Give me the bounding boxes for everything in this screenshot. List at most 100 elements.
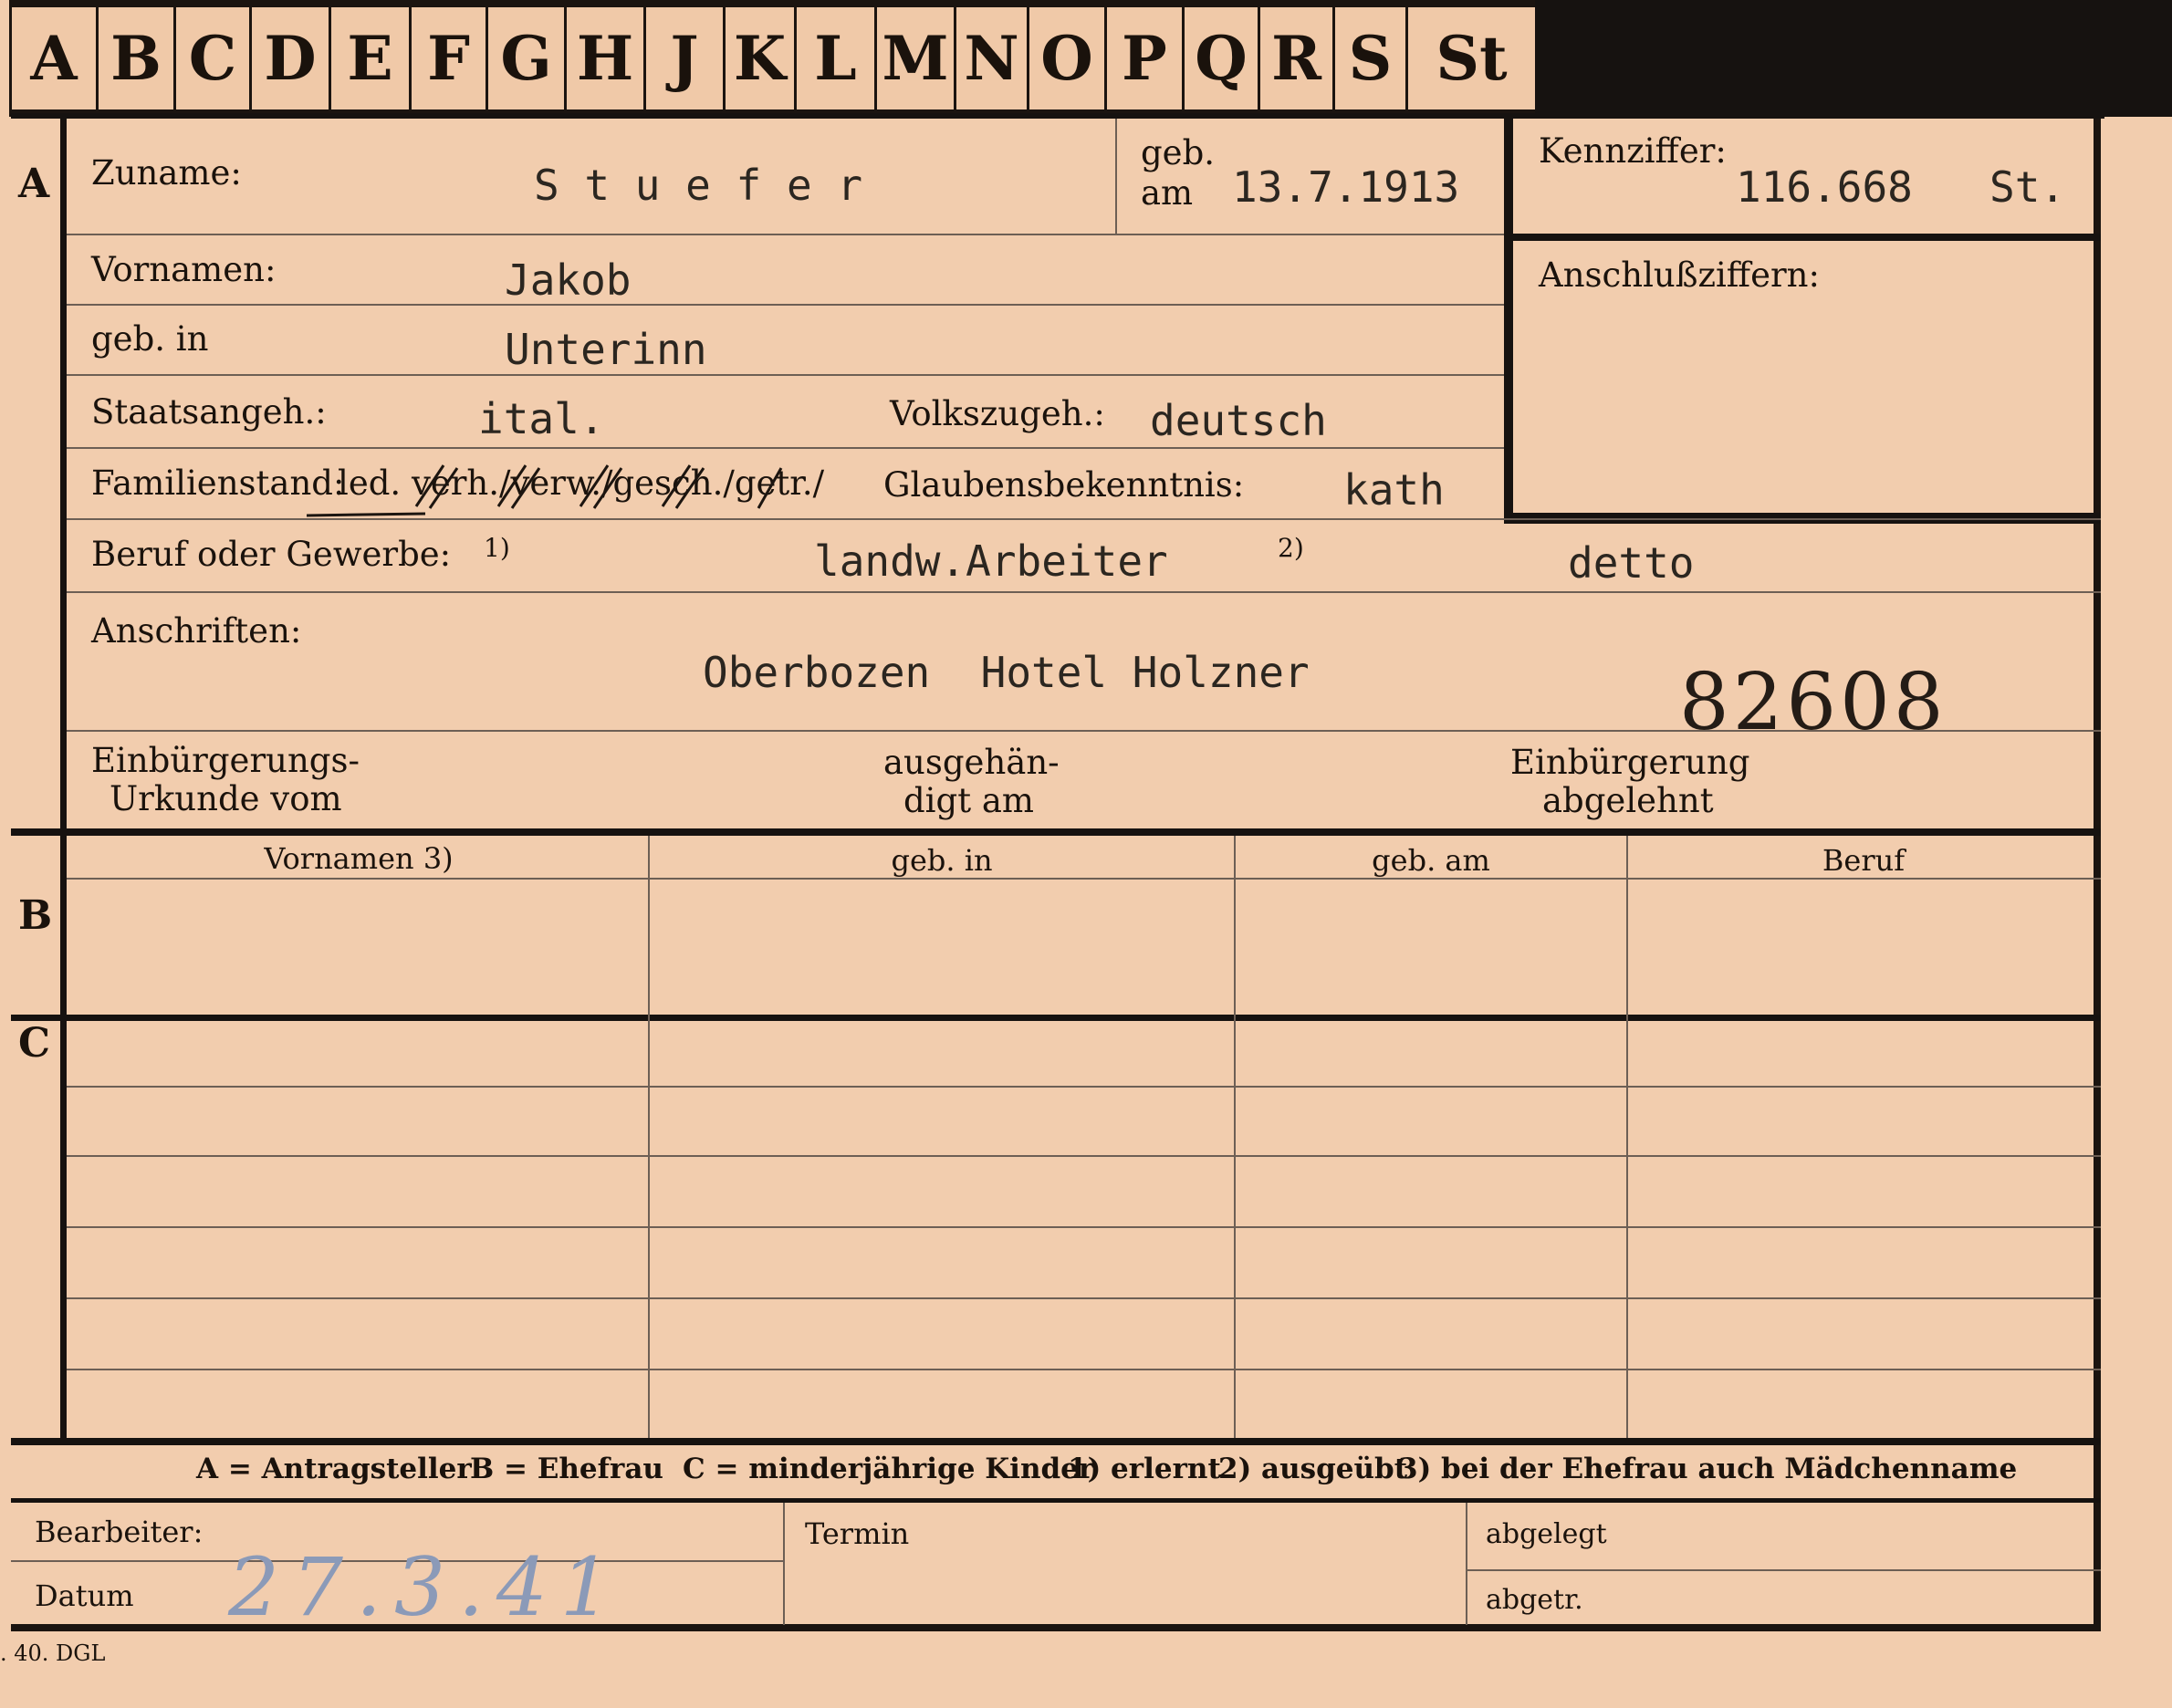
einb-abgelehnt-2: abgelehnt	[1542, 781, 1714, 820]
geb-am-value: 13.7.1913	[1232, 162, 1460, 212]
beruf-value-2: detto	[1568, 538, 1695, 588]
footer-row-rule-right	[1466, 1569, 2101, 1571]
alphabet-tab-strip: A B C D E F G H J K L M N O P Q R S St	[9, 0, 1535, 117]
staatsangeh-label: Staatsangeh.:	[91, 392, 327, 432]
volkszugeh-label: Volkszugeh.:	[890, 394, 1105, 433]
child-row-rule-2	[67, 1155, 2101, 1157]
datum-label: Datum	[35, 1578, 134, 1613]
tab-p[interactable]: P	[1104, 7, 1182, 109]
tab-r[interactable]: R	[1258, 7, 1332, 109]
stamp-number: 82608	[1679, 657, 1947, 748]
familienstand-strikethrough	[307, 464, 783, 517]
beruf-label: Beruf oder Gewerbe:	[91, 535, 452, 574]
th-vornamen: Vornamen 3)	[264, 841, 454, 876]
legend-b: B = Ehefrau	[470, 1453, 663, 1485]
tab-k[interactable]: K	[723, 7, 794, 109]
section-c-label: C	[18, 1020, 51, 1067]
divider-geb-am	[1115, 119, 1117, 234]
kennziffer-box-mid-border	[1504, 234, 2101, 241]
kennziffer-value: 116.668	[1736, 162, 1913, 212]
rule-gebin	[67, 374, 1504, 376]
table-col-1	[648, 836, 650, 1438]
section-c-top-border	[11, 1015, 2101, 1021]
glaubens-value: kath	[1343, 465, 1445, 515]
rule-staat	[67, 447, 1504, 449]
beruf-value-1: landw.Arbeiter	[814, 536, 1168, 586]
tab-q[interactable]: Q	[1182, 7, 1258, 109]
anschriften-value: Oberbozen Hotel Holzner	[703, 648, 1310, 697]
section-column-border	[60, 119, 67, 1438]
tab-c[interactable]: C	[173, 7, 249, 109]
top-right-dark-area	[1535, 0, 2172, 117]
einb-urkunde-2: Urkunde vom	[110, 779, 342, 818]
glaubens-label: Glaubensbekenntnis:	[883, 465, 1245, 505]
legend-note-1: 1) erlernt	[1068, 1453, 1221, 1485]
tab-e[interactable]: E	[329, 7, 409, 109]
table-col-2	[1234, 836, 1236, 1438]
ausgehaendigt-1: ausgehän-	[883, 743, 1060, 782]
th-geb-am: geb. am	[1372, 843, 1490, 878]
section-b-label: B	[18, 892, 53, 939]
child-row-rule-4	[67, 1297, 2101, 1299]
anschriften-label: Anschriften:	[91, 611, 302, 651]
beruf-mark-1: 1)	[484, 533, 510, 563]
geb-label-2: am	[1141, 173, 1194, 213]
footer-col-1	[783, 1503, 785, 1625]
child-row-rule-1	[67, 1086, 2101, 1088]
zuname-value: S t u e f e r	[534, 161, 863, 210]
footer-col-2	[1466, 1503, 1467, 1625]
legend-bottom-border	[11, 1498, 2101, 1503]
print-code: . 40. DGL	[0, 1640, 106, 1666]
vornamen-value: Jakob	[505, 255, 632, 305]
legend-c: C = minderjährige Kinder	[683, 1453, 1094, 1485]
vornamen-label: Vornamen:	[91, 250, 277, 289]
tab-b[interactable]: B	[96, 7, 173, 109]
section-b-top-border	[11, 828, 2101, 836]
table-col-3	[1626, 836, 1628, 1438]
legend-a: A = Antragsteller	[196, 1453, 472, 1485]
anschluss-label: Anschlußziffern:	[1539, 255, 1820, 295]
section-a-label: A	[18, 161, 50, 207]
tab-m[interactable]: M	[874, 7, 954, 109]
tab-o[interactable]: O	[1027, 7, 1104, 109]
child-row-rule-3	[67, 1226, 2101, 1228]
tab-h[interactable]: H	[564, 7, 643, 109]
termin-label: Termin	[805, 1516, 910, 1551]
legend-note-3: 3) bei der Ehefrau auch Mädchenname	[1398, 1453, 2018, 1485]
tab-j[interactable]: J	[643, 7, 723, 109]
tab-l[interactable]: L	[794, 7, 874, 109]
legend-note-2: 2) ausgeübt	[1218, 1453, 1408, 1485]
card-top-border	[11, 113, 2104, 119]
staatsangeh-value: ital.	[478, 394, 605, 443]
right-edge-paper	[2106, 117, 2172, 1708]
tab-a[interactable]: A	[9, 7, 96, 109]
rule-zuname	[67, 234, 1504, 235]
datum-handwritten-value: 27.3.41	[228, 1540, 624, 1634]
geb-label-1: geb.	[1141, 133, 1216, 172]
abgetr-label: abgetr.	[1486, 1584, 1583, 1616]
kennziffer-box-left-border	[1504, 119, 1513, 522]
tab-f[interactable]: F	[409, 7, 486, 109]
bearbeiter-label: Bearbeiter:	[35, 1515, 204, 1549]
ausgehaendigt-2: digt am	[903, 781, 1034, 820]
kennziffer-suffix: St.	[1989, 162, 2066, 212]
geb-in-value: Unterinn	[505, 325, 707, 374]
tab-s[interactable]: S	[1332, 7, 1405, 109]
th-beruf: Beruf	[1822, 843, 1906, 878]
tab-d[interactable]: D	[249, 7, 329, 109]
tab-n[interactable]: N	[954, 7, 1027, 109]
abgelegt-label: abgelegt	[1486, 1518, 1607, 1550]
rule-vornamen	[67, 304, 1504, 306]
beruf-mark-2: 2)	[1278, 533, 1304, 563]
th-geb-in: geb. in	[891, 843, 993, 878]
rule-beruf	[67, 591, 2101, 593]
table-header-rule	[67, 878, 2101, 880]
einb-abgelehnt-1: Einbürgerung	[1510, 743, 1750, 782]
einb-urkunde-1: Einbürgerungs-	[91, 741, 360, 780]
kennziffer-label: Kennziffer:	[1539, 131, 1727, 171]
tab-st[interactable]: St	[1405, 7, 1535, 109]
tab-g[interactable]: G	[486, 7, 564, 109]
legend-top-border	[11, 1438, 2101, 1445]
zuname-label: Zuname:	[91, 153, 242, 193]
geb-in-label: geb. in	[91, 319, 209, 359]
